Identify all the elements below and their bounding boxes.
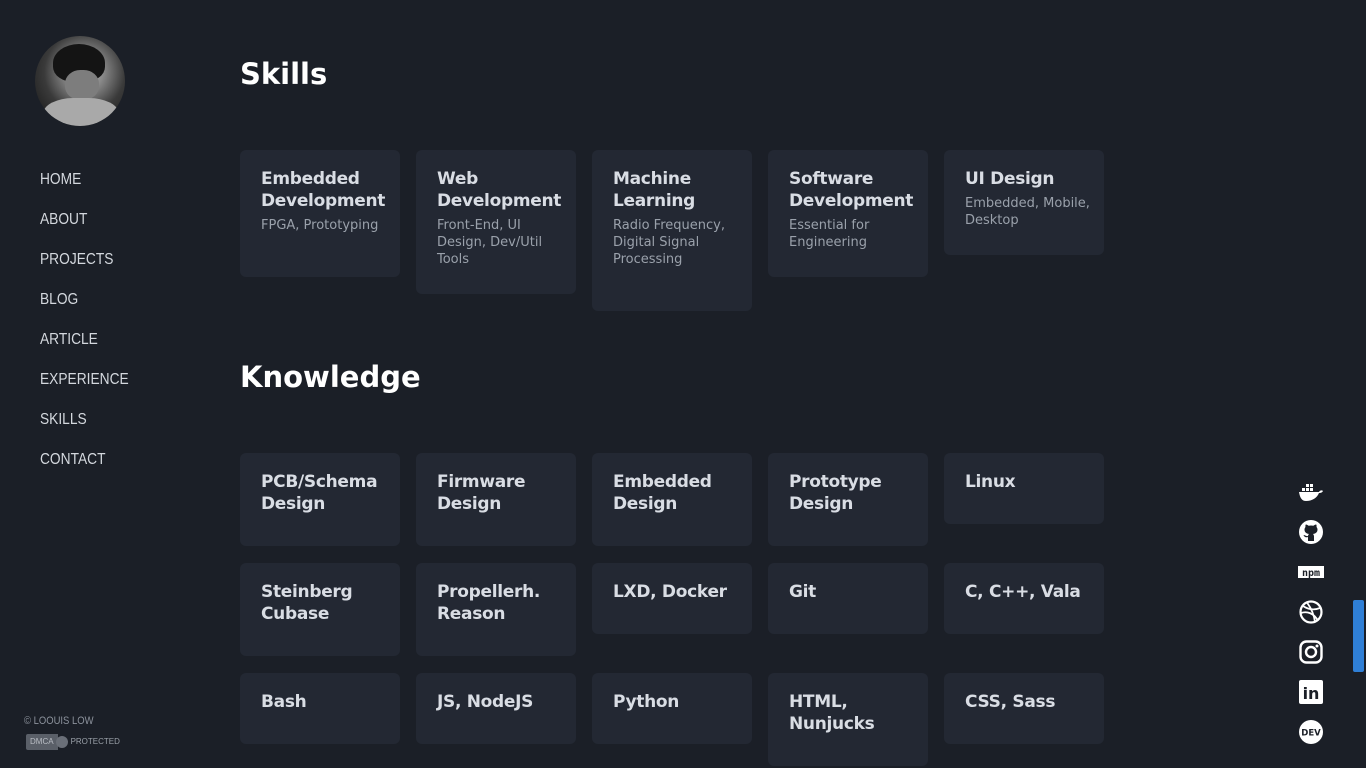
knowledge-card-title: Firmware Design	[437, 472, 526, 514]
knowledge-card: Embedded Design	[592, 453, 752, 546]
nav-item-home[interactable]: HOME	[40, 168, 129, 208]
knowledge-card: CSS, Sass	[944, 673, 1104, 744]
skills-heading: Skills	[240, 57, 328, 91]
knowledge-card: C, C++, Vala	[944, 563, 1104, 634]
dmca-label: DMCA	[26, 734, 58, 750]
nav-item-experience[interactable]: EXPERIENCE	[40, 368, 129, 408]
knowledge-card: Prototype Design	[768, 453, 928, 546]
skill-card-title: Web Development	[437, 169, 562, 211]
nav-item-about[interactable]: ABOUT	[40, 208, 129, 248]
skill-card-desc: Embedded, Mobile, Desktop	[965, 196, 1090, 228]
knowledge-card-title: Steinberg Cubase	[261, 582, 353, 624]
knowledge-card: JS, NodeJS	[416, 673, 576, 744]
linkedin-label: in	[1303, 684, 1320, 703]
copyright-text: © LOOUIS LOW	[24, 715, 94, 727]
skill-card-title: UI Design	[965, 169, 1055, 189]
nav-item-skills[interactable]: SKILLS	[40, 408, 129, 448]
skill-card: Machine Learning Radio Frequency, Digita…	[592, 150, 752, 311]
skill-card-title: Software Development	[789, 169, 914, 211]
sidebar-nav: HOME ABOUT PROJECTS BLOG ARTICLE EXPERIE…	[40, 168, 143, 488]
knowledge-card: Linux	[944, 453, 1104, 524]
knowledge-card-title: Git	[789, 582, 817, 602]
knowledge-card: Git	[768, 563, 928, 634]
avatar[interactable]	[35, 36, 125, 126]
dmca-badge[interactable]: DMCA PROTECTED	[26, 734, 120, 750]
dmca-seal-icon	[55, 736, 68, 748]
knowledge-card-title: Embedded Design	[613, 472, 712, 514]
knowledge-card: HTML, Nunjucks	[768, 673, 928, 766]
knowledge-card-title: Python	[613, 692, 680, 712]
knowledge-card-title: CSS, Sass	[965, 692, 1056, 712]
knowledge-card-title: LXD, Docker	[613, 582, 727, 602]
nav-item-projects[interactable]: PROJECTS	[40, 248, 129, 288]
skill-card-desc: Radio Frequency, Digital Signal Processi…	[613, 218, 725, 267]
skill-card-desc: Essential for Engineering	[789, 218, 870, 250]
skill-card-desc: FPGA, Prototyping	[261, 218, 379, 233]
knowledge-card: PCB/Schema Design	[240, 453, 400, 546]
knowledge-card: Python	[592, 673, 752, 744]
instagram-icon[interactable]	[1298, 639, 1324, 665]
knowledge-card-title: C, C++, Vala	[965, 582, 1081, 602]
knowledge-card-title: HTML, Nunjucks	[789, 692, 875, 734]
docker-icon[interactable]	[1298, 479, 1324, 505]
github-icon[interactable]	[1298, 519, 1324, 545]
dev-label: DEV	[1301, 729, 1321, 739]
knowledge-card: LXD, Docker	[592, 563, 752, 634]
knowledge-card: Firmware Design	[416, 453, 576, 546]
page: HOME ABOUT PROJECTS BLOG ARTICLE EXPERIE…	[0, 0, 1366, 768]
knowledge-card: Bash	[240, 673, 400, 744]
skill-card: UI Design Embedded, Mobile, Desktop	[944, 150, 1104, 255]
dmca-protected-label: PROTECTED	[70, 737, 120, 746]
knowledge-card: Propellerh. Reason	[416, 563, 576, 656]
knowledge-card-title: PCB/Schema Design	[261, 472, 378, 514]
skill-card-title: Machine Learning	[613, 169, 696, 211]
scrollbar-thumb[interactable]	[1353, 600, 1364, 672]
skill-card-title: Embedded Development	[261, 169, 386, 211]
npm-label: npm	[1302, 568, 1320, 578]
skill-card-desc: Front-End, UI Design, Dev/Util Tools	[437, 218, 543, 267]
skill-card: Web Development Front-End, UI Design, De…	[416, 150, 576, 294]
skill-card: Embedded Development FPGA, Prototyping	[240, 150, 400, 277]
dev-icon[interactable]: DEV	[1298, 719, 1324, 745]
nav-item-article[interactable]: ARTICLE	[40, 328, 129, 368]
knowledge-heading: Knowledge	[240, 360, 421, 394]
knowledge-card-title: Bash	[261, 692, 307, 712]
linkedin-icon[interactable]: in	[1298, 679, 1324, 705]
knowledge-card-title: Propellerh. Reason	[437, 582, 541, 624]
npm-icon[interactable]: npm	[1298, 559, 1324, 585]
nav-item-blog[interactable]: BLOG	[40, 288, 129, 328]
knowledge-card: Steinberg Cubase	[240, 563, 400, 656]
skill-card: Software Development Essential for Engin…	[768, 150, 928, 277]
knowledge-card-title: JS, NodeJS	[437, 692, 534, 712]
nav-item-contact[interactable]: CONTACT	[40, 448, 129, 488]
knowledge-card-title: Linux	[965, 472, 1016, 492]
knowledge-card-title: Prototype Design	[789, 472, 882, 514]
dribbble-icon[interactable]	[1298, 599, 1324, 625]
